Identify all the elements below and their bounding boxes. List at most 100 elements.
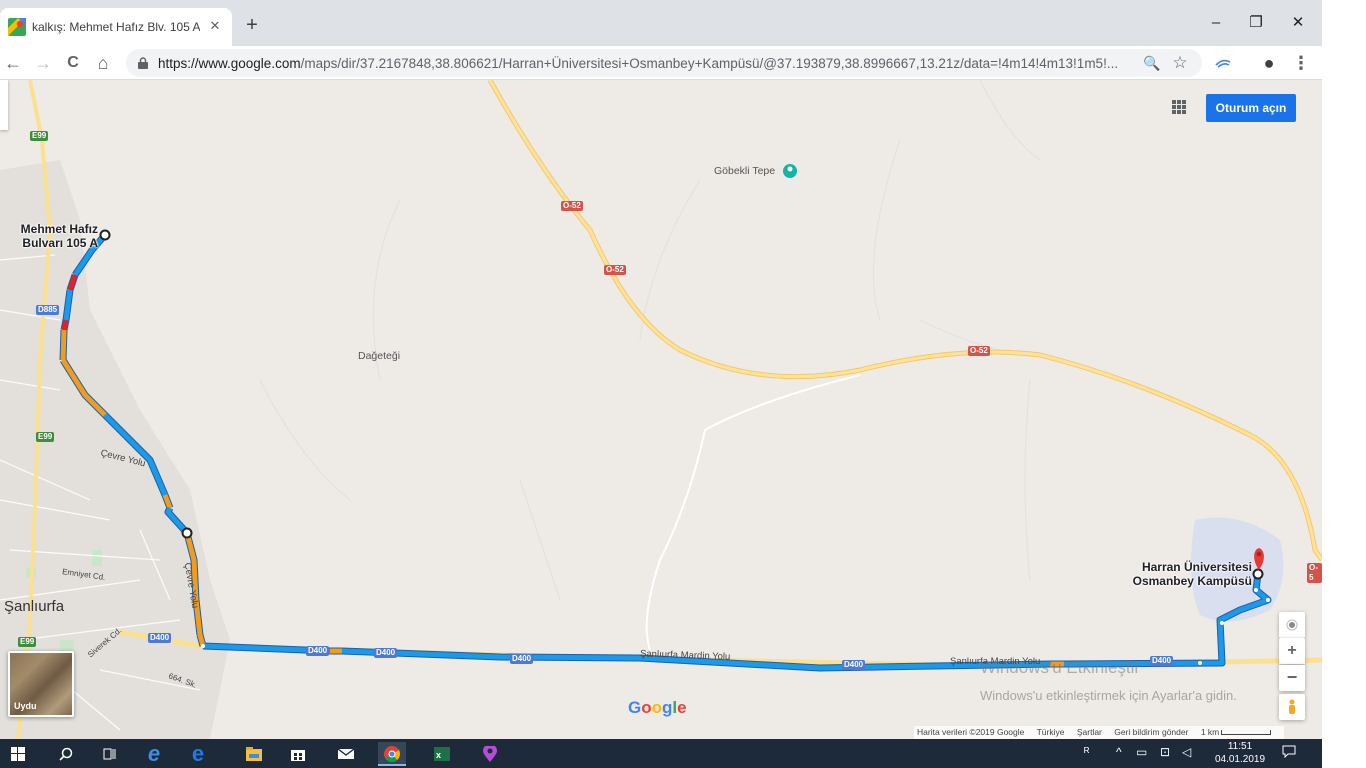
place-label[interactable]: Dağeteği bbox=[358, 350, 400, 362]
locate-icon bbox=[1286, 619, 1298, 631]
google-logo-letter: o bbox=[651, 698, 663, 717]
sign-in-button[interactable]: Oturum açın bbox=[1206, 94, 1296, 122]
search-icon[interactable] bbox=[52, 742, 80, 766]
route-polyline bbox=[59, 232, 1272, 672]
city-label[interactable]: Şanlıurfa bbox=[4, 598, 64, 615]
route-waypoint-marker[interactable] bbox=[181, 527, 193, 539]
maximize-button[interactable]: ❐ bbox=[1236, 10, 1276, 36]
end-label-line: Harran Üniversitesi bbox=[1141, 560, 1252, 574]
route-turn-dot bbox=[1198, 661, 1202, 665]
map-canvas[interactable]: E99 E99 E99 D885 O-52 O-52 O-52 O-5 D400… bbox=[0, 80, 1322, 739]
road-shield: O-5 bbox=[1307, 563, 1322, 583]
country-link[interactable]: Türkiye bbox=[1037, 727, 1065, 737]
svg-text:x: x bbox=[436, 750, 441, 760]
minimize-button[interactable]: – bbox=[1196, 10, 1236, 36]
tray-chevron-icon[interactable]: ^ bbox=[1116, 745, 1122, 759]
map-data-credit: Harita verileri ©2019 Google bbox=[917, 727, 1025, 737]
my-location-button[interactable] bbox=[1279, 612, 1305, 638]
scale-bar[interactable] bbox=[1221, 730, 1272, 736]
address-bar[interactable]: https://www.google.com/maps/dir/37.21678… bbox=[126, 49, 1202, 77]
feedback-link[interactable]: Geri bildirim gönder bbox=[1114, 727, 1188, 737]
route-start-label[interactable]: Mehmet Hafız Bulvarı 105 A bbox=[8, 222, 98, 250]
volume-icon[interactable]: ◁ bbox=[1182, 745, 1191, 759]
home-button[interactable]: ⌂ bbox=[90, 50, 116, 76]
close-window-button[interactable]: ✕ bbox=[1278, 10, 1318, 36]
start-label-line: Mehmet Hafız bbox=[20, 222, 98, 236]
task-view-icon[interactable] bbox=[96, 742, 124, 766]
activation-watermark-subtitle: Windows'u etkinleştirmek için Ayarlar'a … bbox=[980, 688, 1237, 703]
back-button[interactable]: ← bbox=[0, 50, 26, 76]
road-shield: D400 bbox=[306, 646, 330, 656]
lock-icon bbox=[138, 57, 148, 69]
road-shield: D400 bbox=[842, 660, 866, 670]
url-path: /maps/dir/37.2167848,38.806621/Harran+Ün… bbox=[300, 56, 1119, 71]
route-turn-dot bbox=[1266, 598, 1270, 602]
road-shield: D400 bbox=[1150, 656, 1174, 666]
file-explorer-icon[interactable] bbox=[240, 742, 268, 766]
browser-tab[interactable]: kalkış: Mehmet Hafız Blv. 105 A, Ş ✕ bbox=[0, 8, 232, 46]
store-icon[interactable] bbox=[284, 742, 312, 766]
road-shield: O-52 bbox=[561, 201, 583, 211]
taskbar-clock[interactable]: 11:51 04.01.2019 bbox=[1212, 740, 1268, 766]
url-host: https://www.google.com bbox=[158, 56, 301, 71]
extension-icon[interactable] bbox=[1210, 50, 1236, 76]
route-end-marker[interactable] bbox=[1252, 568, 1264, 580]
road-shield: O-52 bbox=[968, 346, 990, 356]
bookmark-star-icon[interactable]: ☆ bbox=[1170, 53, 1190, 73]
tab-title: kalkış: Mehmet Hafız Blv. 105 A, Ş bbox=[32, 20, 200, 34]
apps-grid-icon[interactable] bbox=[1168, 96, 1190, 118]
tab-close-icon[interactable]: ✕ bbox=[206, 17, 224, 35]
road-shield: E99 bbox=[30, 131, 49, 141]
start-windows-icon[interactable] bbox=[4, 742, 32, 766]
route-turn-dot bbox=[1220, 621, 1224, 625]
road-shield: O-52 bbox=[604, 265, 626, 275]
tab-strip: kalkış: Mehmet Hafız Blv. 105 A, Ş ✕ + –… bbox=[0, 0, 1322, 46]
satellite-label: Uydu bbox=[14, 701, 37, 711]
google-maps-icon bbox=[8, 18, 26, 36]
browser-menu-icon[interactable]: ⋮ bbox=[1288, 50, 1314, 76]
place-label[interactable]: Göbekli Tepe bbox=[714, 165, 775, 177]
mail-icon[interactable] bbox=[332, 742, 360, 766]
browser-toolbar: ← → C ⌂ https://www.google.com/maps/dir/… bbox=[0, 46, 1322, 80]
side-panel-collapse-button[interactable] bbox=[0, 80, 8, 130]
excel-icon[interactable]: x bbox=[428, 742, 456, 766]
scale-label[interactable]: 1 km bbox=[1201, 727, 1219, 737]
end-label-line: Osmanbey Kampüsü bbox=[1132, 574, 1252, 588]
route-turn-dot bbox=[1254, 588, 1258, 592]
edge-icon[interactable]: e bbox=[184, 742, 212, 766]
road-shield: E99 bbox=[18, 637, 37, 647]
map-attribution: Harita verileri ©2019 Google Türkiye Şar… bbox=[914, 726, 1285, 739]
display-icon[interactable]: ⊡ bbox=[1160, 745, 1170, 759]
zoom-in-button[interactable]: + bbox=[1279, 638, 1305, 664]
map-base-layer bbox=[0, 80, 1322, 739]
road-shield: D885 bbox=[36, 305, 60, 315]
terms-link[interactable]: Şartlar bbox=[1077, 727, 1102, 737]
route-start-marker[interactable] bbox=[99, 229, 111, 241]
poi-marker-icon[interactable] bbox=[783, 164, 797, 178]
network-icon[interactable]: ▭ bbox=[1136, 745, 1147, 759]
profile-icon[interactable]: ● bbox=[1256, 50, 1282, 76]
route-segment[interactable] bbox=[61, 319, 69, 331]
maps-app-icon[interactable] bbox=[476, 742, 504, 766]
road-shield: D400 bbox=[148, 633, 172, 643]
zoom-icon[interactable]: 🔍 bbox=[1142, 53, 1162, 73]
internet-explorer-icon[interactable]: e bbox=[140, 742, 168, 766]
road-shield: E99 bbox=[36, 432, 55, 442]
start-label-line: Bulvarı 105 A bbox=[22, 236, 98, 250]
google-logo-letter: g bbox=[662, 698, 673, 717]
route-segment[interactable] bbox=[60, 329, 67, 361]
notifications-icon[interactable] bbox=[1282, 745, 1296, 761]
route-end-label[interactable]: Harran Üniversitesi Osmanbey Kampüsü bbox=[1120, 560, 1252, 588]
route-turn-dot bbox=[201, 644, 205, 648]
chrome-taskbar-icon[interactable] bbox=[378, 742, 406, 766]
pegman-icon[interactable] bbox=[1279, 694, 1305, 720]
windows-taskbar: e e x ᴿ ^ ▭ ⊡ ◁ 11:51 04.01.2019 bbox=[0, 739, 1322, 768]
satellite-layer-toggle[interactable]: Uydu bbox=[8, 651, 74, 717]
url-text[interactable]: https://www.google.com/maps/dir/37.21678… bbox=[158, 56, 1120, 71]
forward-button[interactable]: → bbox=[30, 50, 56, 76]
new-tab-button[interactable]: + bbox=[240, 14, 264, 38]
people-icon[interactable]: ᴿ bbox=[1084, 745, 1089, 759]
reload-button[interactable]: C bbox=[60, 50, 86, 76]
zoom-out-button[interactable]: − bbox=[1279, 665, 1305, 691]
google-logo-letter: G bbox=[628, 698, 642, 717]
